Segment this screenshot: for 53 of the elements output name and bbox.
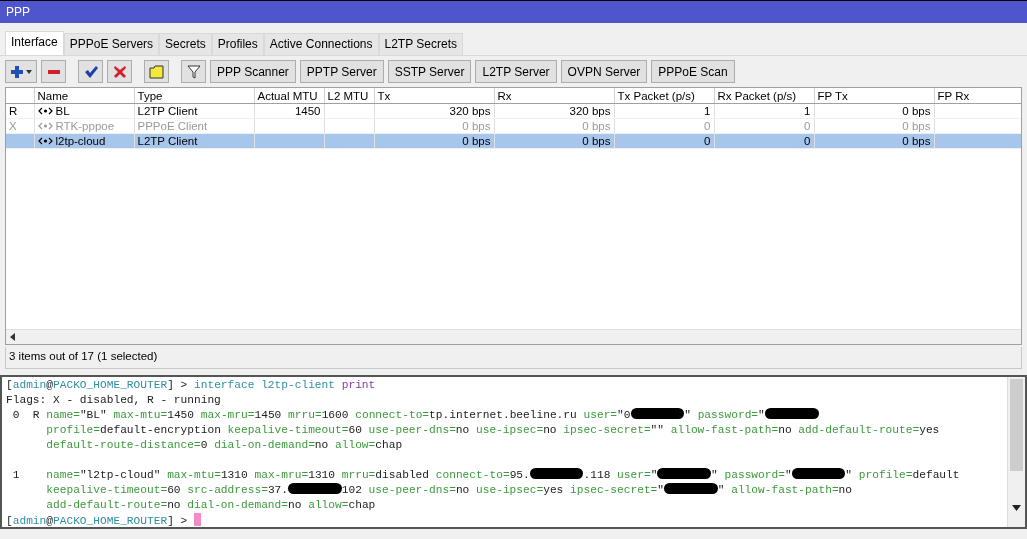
- table-cell: 0: [714, 118, 814, 134]
- column-header[interactable]: FP Tx: [814, 88, 934, 104]
- selected-row[interactable]: l2tp-cloud L2TP Client 0 bps 0 bps 0 0 0 bps: [6, 133, 1021, 149]
- tab[interactable]: L2TP Secrets: [378, 33, 463, 55]
- column-header[interactable]: L2 MTU: [324, 88, 374, 104]
- column-header[interactable]: Actual MTU: [254, 88, 324, 104]
- flag-cell: R: [6, 103, 34, 119]
- toolbar-button[interactable]: L2TP Server: [475, 60, 557, 83]
- table-cell: 1450: [254, 103, 324, 119]
- column-header[interactable]: FP Rx: [934, 88, 1021, 104]
- terminal-line: default-route-distance=0 dial-on-demand=no allow=chap: [45, 438, 404, 453]
- toolbar-button[interactable]: PPTP Server: [299, 60, 384, 83]
- interface-name: l2tp-cloud: [55, 135, 106, 147]
- toolbar-button[interactable]: OVPN Server: [560, 60, 648, 83]
- column-header[interactable]: Tx Packet (p/s): [614, 88, 714, 104]
- interface-name: RTK-pppoe: [55, 120, 115, 132]
- column-header[interactable]: Name: [34, 88, 134, 104]
- terminal-line: profile=default-encryption keepalive-timeout=60 use-peer-dns=no use-ipsec=no ipsec-secret="" allow-fast-path=no add-default-route=yes: [45, 423, 941, 438]
- terminal-line: keepalive-timeout=60 src-address=37. 102 use-peer-dns=no use-ipsec=yes ipsec-secret=" " allow-fast-path=no: [45, 483, 854, 498]
- table-cell: PPPoE Client: [134, 118, 254, 134]
- column-header[interactable]: Rx Packet (p/s): [714, 88, 814, 104]
- table-row[interactable]: R BL L2TP Client 1450 320 bps 320 bps 1 1 0 bps: [6, 103, 1021, 119]
- table-cell: 0 bps: [374, 118, 494, 134]
- table-cell: 1: [614, 103, 714, 119]
- toolbar-button[interactable]: PPPoE Scan: [651, 60, 735, 83]
- terminal-line: Flags: X - disabled, R - running: [6, 393, 222, 408]
- tab[interactable]: Active Connections: [263, 33, 379, 55]
- terminal-line: [admin@PACKO_HOME_ROUTER] >: [6, 513, 1003, 527]
- toolbar-button[interactable]: SSTP Server: [387, 60, 472, 83]
- column-header[interactable]: Type: [134, 88, 254, 104]
- terminal-line: [admin@PACKO_HOME_ROUTER] > interface l2tp-client print: [6, 378, 377, 393]
- flag-cell: X: [6, 118, 34, 134]
- tab[interactable]: Interface: [5, 31, 64, 55]
- toolbar-button[interactable]: PPP Scanner: [210, 60, 296, 83]
- table-cell: 320 bps: [494, 103, 614, 119]
- table-cell: 320 bps: [374, 103, 494, 119]
- terminal-line: 0 R name="BL" max-mtu=1450 max-mru=1450 mrru=1600 connect-to=tp.internet.beeline.ru user="0 " password=": [6, 408, 1003, 423]
- tab[interactable]: Secrets: [159, 33, 212, 55]
- interface-name: BL: [55, 105, 70, 117]
- table-cell: 0 bps: [494, 118, 614, 134]
- window-title: PPP: [5, 4, 31, 21]
- column-header[interactable]: Tx: [374, 88, 494, 104]
- table-cell: 0 bps: [814, 118, 934, 134]
- status-text: 3 items out of 17 (1 selected): [9, 350, 158, 362]
- table-cell: L2TP Client: [134, 103, 254, 119]
- tab[interactable]: PPPoE Servers: [63, 33, 160, 55]
- column-header[interactable]: Rx: [494, 88, 614, 104]
- table-cell: 1: [714, 103, 814, 119]
- table-cell: 0: [614, 118, 714, 134]
- terminal-line: add-default-route=no dial-on-demand=no allow=chap: [45, 498, 377, 513]
- terminal-line: 1 name="l2tp-cloud" max-mtu=1310 max-mru=1310 mrru=disabled connect-to=95. .118 user=" " password=" " profile=default: [11, 467, 961, 483]
- table-cell: 0 bps: [814, 103, 934, 119]
- tab[interactable]: Profiles: [211, 33, 264, 55]
